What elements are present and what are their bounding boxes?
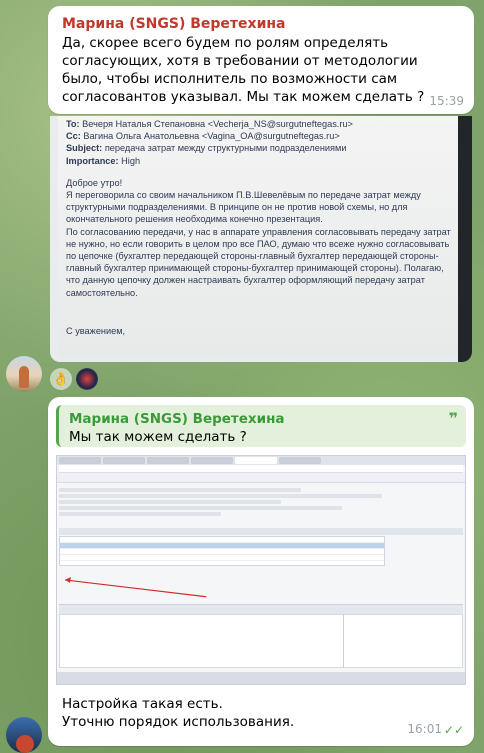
message-text: Настройка такая есть. Уточню порядок исп… — [56, 695, 466, 731]
email-paper: To: Вечеря Наталья Степановна <Vecherja_… — [58, 116, 458, 356]
reply-quote[interactable]: Марина (SNGS) Веретехина Мы так можем сд… — [56, 405, 466, 447]
read-check-icon: ✓✓ — [443, 723, 464, 737]
photo-edge — [458, 116, 472, 362]
avatar[interactable] — [6, 356, 42, 392]
quote-icon: ❞ — [448, 409, 458, 428]
screenshot-attachment[interactable] — [56, 455, 466, 685]
avatar[interactable] — [6, 717, 42, 753]
message-line-2: Уточню порядок использования. — [62, 714, 295, 730]
red-arrow-annotation — [64, 576, 207, 598]
email-cc-line: Cc: Вагина Ольга Анатольевна <Vagina_OA@… — [66, 131, 340, 142]
avatar-figure — [16, 735, 34, 753]
sender-name[interactable]: Марина (SNGS) Веретехина — [62, 16, 460, 32]
message-text: Да, скорее всего будем по ролям определя… — [62, 35, 425, 105]
email-photo[interactable]: To: Вечеря Наталья Степановна <Vecherja_… — [50, 116, 472, 362]
email-body: Я переговорила со своим начальником П.В.… — [66, 190, 451, 298]
email-to-line: To: Вечеря Наталья Степановна <Vecherja_… — [66, 119, 353, 129]
reply-text: Мы так можем сделать ? — [69, 429, 247, 445]
email-importance-line: Importance: High — [66, 155, 141, 166]
message-line-1: Настройка такая есть. — [62, 696, 223, 712]
reaction-ok-hand[interactable]: 👌 — [50, 368, 72, 390]
avatar-figure — [19, 366, 29, 388]
email-subject-line: Subject: передача затрат между структурн… — [66, 143, 347, 154]
reply-sender-name: Марина (SNGS) Веретехина — [69, 411, 285, 427]
reactions-bar: 👌 — [50, 368, 98, 390]
message-time: 15:39 — [429, 94, 464, 108]
message-bubble-1[interactable]: Марина (SNGS) Веретехина Да, скорее всег… — [48, 6, 474, 114]
email-signoff: С уважением, — [66, 325, 126, 336]
reaction-user-avatar[interactable] — [76, 368, 98, 390]
message-time: 16:01 — [407, 722, 442, 736]
email-greeting: Доброе утро! — [66, 177, 123, 188]
message-bubble-2[interactable]: Марина (SNGS) Веретехина Мы так можем сд… — [48, 397, 474, 746]
